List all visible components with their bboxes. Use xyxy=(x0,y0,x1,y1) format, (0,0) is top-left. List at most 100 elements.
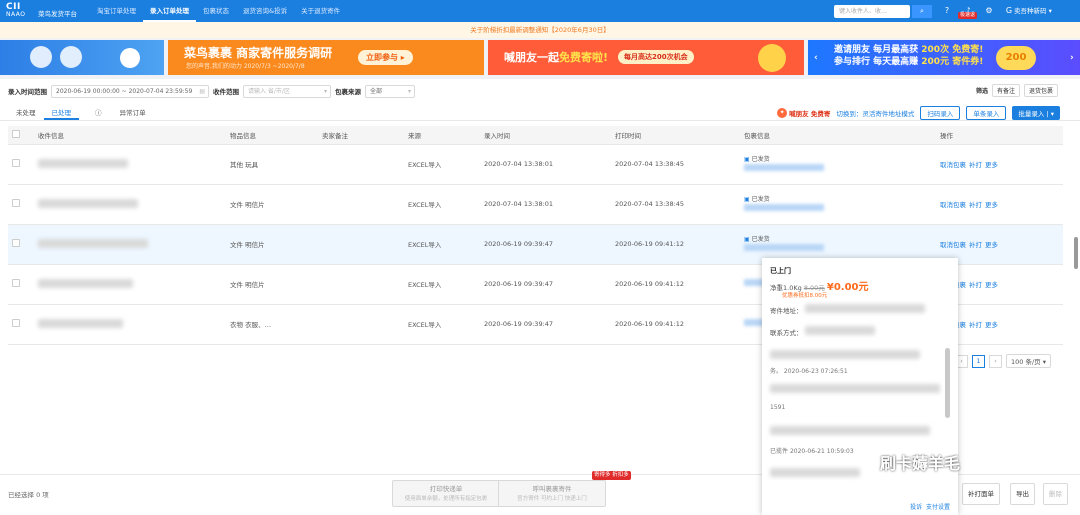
reprint-link[interactable]: 补打 xyxy=(969,161,982,169)
call-pickup-button[interactable]: 呼叫裹裹寄件 官方寄件 可约上门 快递上门 xyxy=(498,480,606,507)
note-cell xyxy=(318,304,404,345)
print-waybill-button[interactable]: 打印快递单使用面单余额，处理所有指定包裹 xyxy=(392,480,500,507)
search-button[interactable]: ⌕ xyxy=(912,5,932,18)
action-bar: ✦ 喊朋友 免费寄 切换到：灵活寄件地址模式 扫码录入 单条录入 批量录入 | ▾ xyxy=(777,106,1060,120)
more-link[interactable]: 更多 xyxy=(985,201,998,209)
more-link[interactable]: 更多 xyxy=(985,281,998,289)
banner-prev-icon[interactable]: ‹ xyxy=(814,52,824,64)
return-package-button[interactable]: 退货包裹 xyxy=(1023,84,1058,97)
more-link[interactable]: 更多 xyxy=(985,241,998,249)
recipient-cell xyxy=(34,184,226,225)
package-cell[interactable]: 已发货 xyxy=(740,144,936,185)
user-menu[interactable]: 卖吾种新码 ▾ xyxy=(1014,0,1052,22)
tab-unprocessed[interactable]: 未处理 xyxy=(8,105,44,120)
row-checkbox[interactable] xyxy=(8,304,34,345)
banner-invite[interactable]: 喊朋友一起免费寄啦! 每月高达200次机会 xyxy=(488,40,804,75)
invite-promo[interactable]: ✦ 喊朋友 免费寄 xyxy=(777,108,830,118)
help-icon[interactable]: ? xyxy=(941,5,953,17)
gear-icon[interactable]: ⚙ xyxy=(983,5,995,17)
redacted-tracking xyxy=(770,384,940,393)
selected-count: 已经选择 0 项 xyxy=(8,491,49,499)
time-range-input[interactable]: 2020-06-19 00:00:00 ~ 2020-07-04 23:59:5… xyxy=(51,84,209,98)
tab-abnormal[interactable]: ⓘ 异常订单 xyxy=(79,105,162,120)
row-checkbox[interactable] xyxy=(8,224,34,265)
redacted-contact xyxy=(804,326,875,335)
reprint-link[interactable]: 补打 xyxy=(969,241,982,249)
switch-mode-link[interactable]: 切换到：灵活寄件地址模式 xyxy=(836,108,914,118)
has-note-button[interactable]: 有备注 xyxy=(991,84,1020,97)
header-ops: 操作 xyxy=(936,126,1063,145)
batch-entry-button[interactable]: 批量录入 | ▾ xyxy=(1012,106,1060,120)
delete-button[interactable]: 删除 xyxy=(1043,483,1068,505)
row-checkbox[interactable] xyxy=(8,184,34,225)
pay-settings-link[interactable]: 支付设置 xyxy=(926,504,950,511)
cancel-package-link[interactable]: 取消包裹 xyxy=(940,241,966,249)
tracking-line: 1591 xyxy=(770,404,786,411)
cancel-package-link[interactable]: 取消包裹 xyxy=(940,161,966,169)
package-status: 已发货 xyxy=(744,235,936,244)
table-row[interactable]: 文件 明信片 EXCEL导入 2020-07-04 13:38:01 2020-07-… xyxy=(8,184,1063,225)
single-entry-button[interactable]: 单条录入 xyxy=(966,106,1007,120)
source-cell: EXCEL导入 xyxy=(404,144,480,185)
item-cell: 衣物 衣服、… xyxy=(226,304,318,345)
item-cell: 文件 明信片 xyxy=(226,224,318,265)
print-waybill-title: 打印快递单 xyxy=(429,485,463,493)
header-item: 物品信息 xyxy=(226,126,318,145)
recv-range-label: 收件范围 xyxy=(213,88,239,96)
entered-time-cell: 2020-07-04 13:38:01 xyxy=(480,144,611,185)
more-link[interactable]: 更多 xyxy=(985,321,998,329)
header-checkbox[interactable] xyxy=(8,126,34,145)
banner-next-icon[interactable]: › xyxy=(1070,52,1080,64)
notice-bar[interactable]: 关于阶梯折扣最新调整通知【2020年6月30日】 xyxy=(0,22,1080,38)
invite-title: 喊朋友一起免费寄啦! xyxy=(504,49,608,65)
watermark: 刷卡薅羊毛 xyxy=(880,454,961,473)
source-select[interactable]: 全部 ▾ xyxy=(365,84,415,98)
tracking-link[interactable] xyxy=(744,163,824,171)
reprint-link[interactable]: 补打 xyxy=(969,321,982,329)
table-row[interactable]: 其他 玩具 EXCEL导入 2020-07-04 13:38:01 2020-07-0… xyxy=(8,144,1063,185)
nav-taobao-orders[interactable]: 淘宝订单处理 xyxy=(90,0,143,22)
export-button[interactable]: 导出 xyxy=(1010,483,1035,505)
row-checkbox[interactable] xyxy=(8,144,34,185)
banner-service[interactable] xyxy=(0,40,164,75)
more-link[interactable]: 更多 xyxy=(985,161,998,169)
pagination: ‹ 1 › 100 条/页 ▾ xyxy=(955,354,1052,368)
printed-time-cell: 2020-06-19 09:41:12 xyxy=(611,264,740,305)
cancel-package-link[interactable]: 取消包裹 xyxy=(940,201,966,209)
header-source: 来源 xyxy=(404,126,480,145)
source-cell: EXCEL导入 xyxy=(404,224,480,265)
popup-scrollbar[interactable] xyxy=(945,348,950,418)
survey-join-button[interactable]: 立即参与 ▸ xyxy=(358,50,413,65)
cainiao-logo[interactable]: CII NAAO xyxy=(6,3,25,19)
complaint-link[interactable]: 投诉 xyxy=(910,504,922,511)
reprint-link[interactable]: 补打 xyxy=(969,281,982,289)
nav-return-consult[interactable]: 退货咨询&投诉 xyxy=(236,0,294,22)
nav-package-status[interactable]: 包裹状态 xyxy=(196,0,236,22)
reprint-button[interactable]: 补打面单 xyxy=(962,483,1000,505)
row-checkbox[interactable] xyxy=(8,264,34,305)
banner-rank[interactable]: 邀请朋友 每月最高获 200次 免费寄! 参与排行 每天最高赚 200元 寄件券… xyxy=(808,40,1080,75)
page-scrollbar[interactable] xyxy=(1074,237,1078,269)
tab-processed[interactable]: 已处理 xyxy=(43,105,79,120)
print-waybill-sub: 使用面单余额，处理所有指定包裹 xyxy=(404,496,488,502)
reprint-link[interactable]: 补打 xyxy=(969,201,982,209)
survey-title: 菜鸟裹裹 商家寄件服务调研 xyxy=(184,46,333,60)
tracking-link[interactable] xyxy=(744,203,824,211)
page-size-select[interactable]: 100 条/页 ▾ xyxy=(1006,354,1052,368)
invite-title-a: 喊朋友一起 xyxy=(504,51,559,64)
popup-contact-label: 联系方式： xyxy=(770,329,803,337)
printed-time-cell: 2020-06-19 09:41:12 xyxy=(611,304,740,345)
recv-range-input[interactable]: 请输入 省/市/区 ▾ xyxy=(243,84,331,98)
package-status: 已发货 xyxy=(744,155,936,164)
tracking-link[interactable] xyxy=(744,243,824,251)
nav-entry-orders[interactable]: 录入订单处理 xyxy=(143,0,196,22)
note-cell xyxy=(318,264,404,305)
banner-survey[interactable]: 菜鸟裹裹 商家寄件服务调研 您的声音,我们的动力 2020/7/3 ~2020/… xyxy=(168,40,484,75)
page-current[interactable]: 1 xyxy=(972,354,985,368)
scan-entry-button[interactable]: 扫码录入 xyxy=(920,106,961,120)
package-cell[interactable]: 已发货 xyxy=(740,184,936,225)
item-cell: 文件 明信片 xyxy=(226,184,318,225)
next-page-icon[interactable]: › xyxy=(989,354,1002,368)
nav-about-return[interactable]: 关于退货寄件 xyxy=(294,0,347,22)
search-input[interactable]: 键入收件人、收… xyxy=(834,5,910,18)
